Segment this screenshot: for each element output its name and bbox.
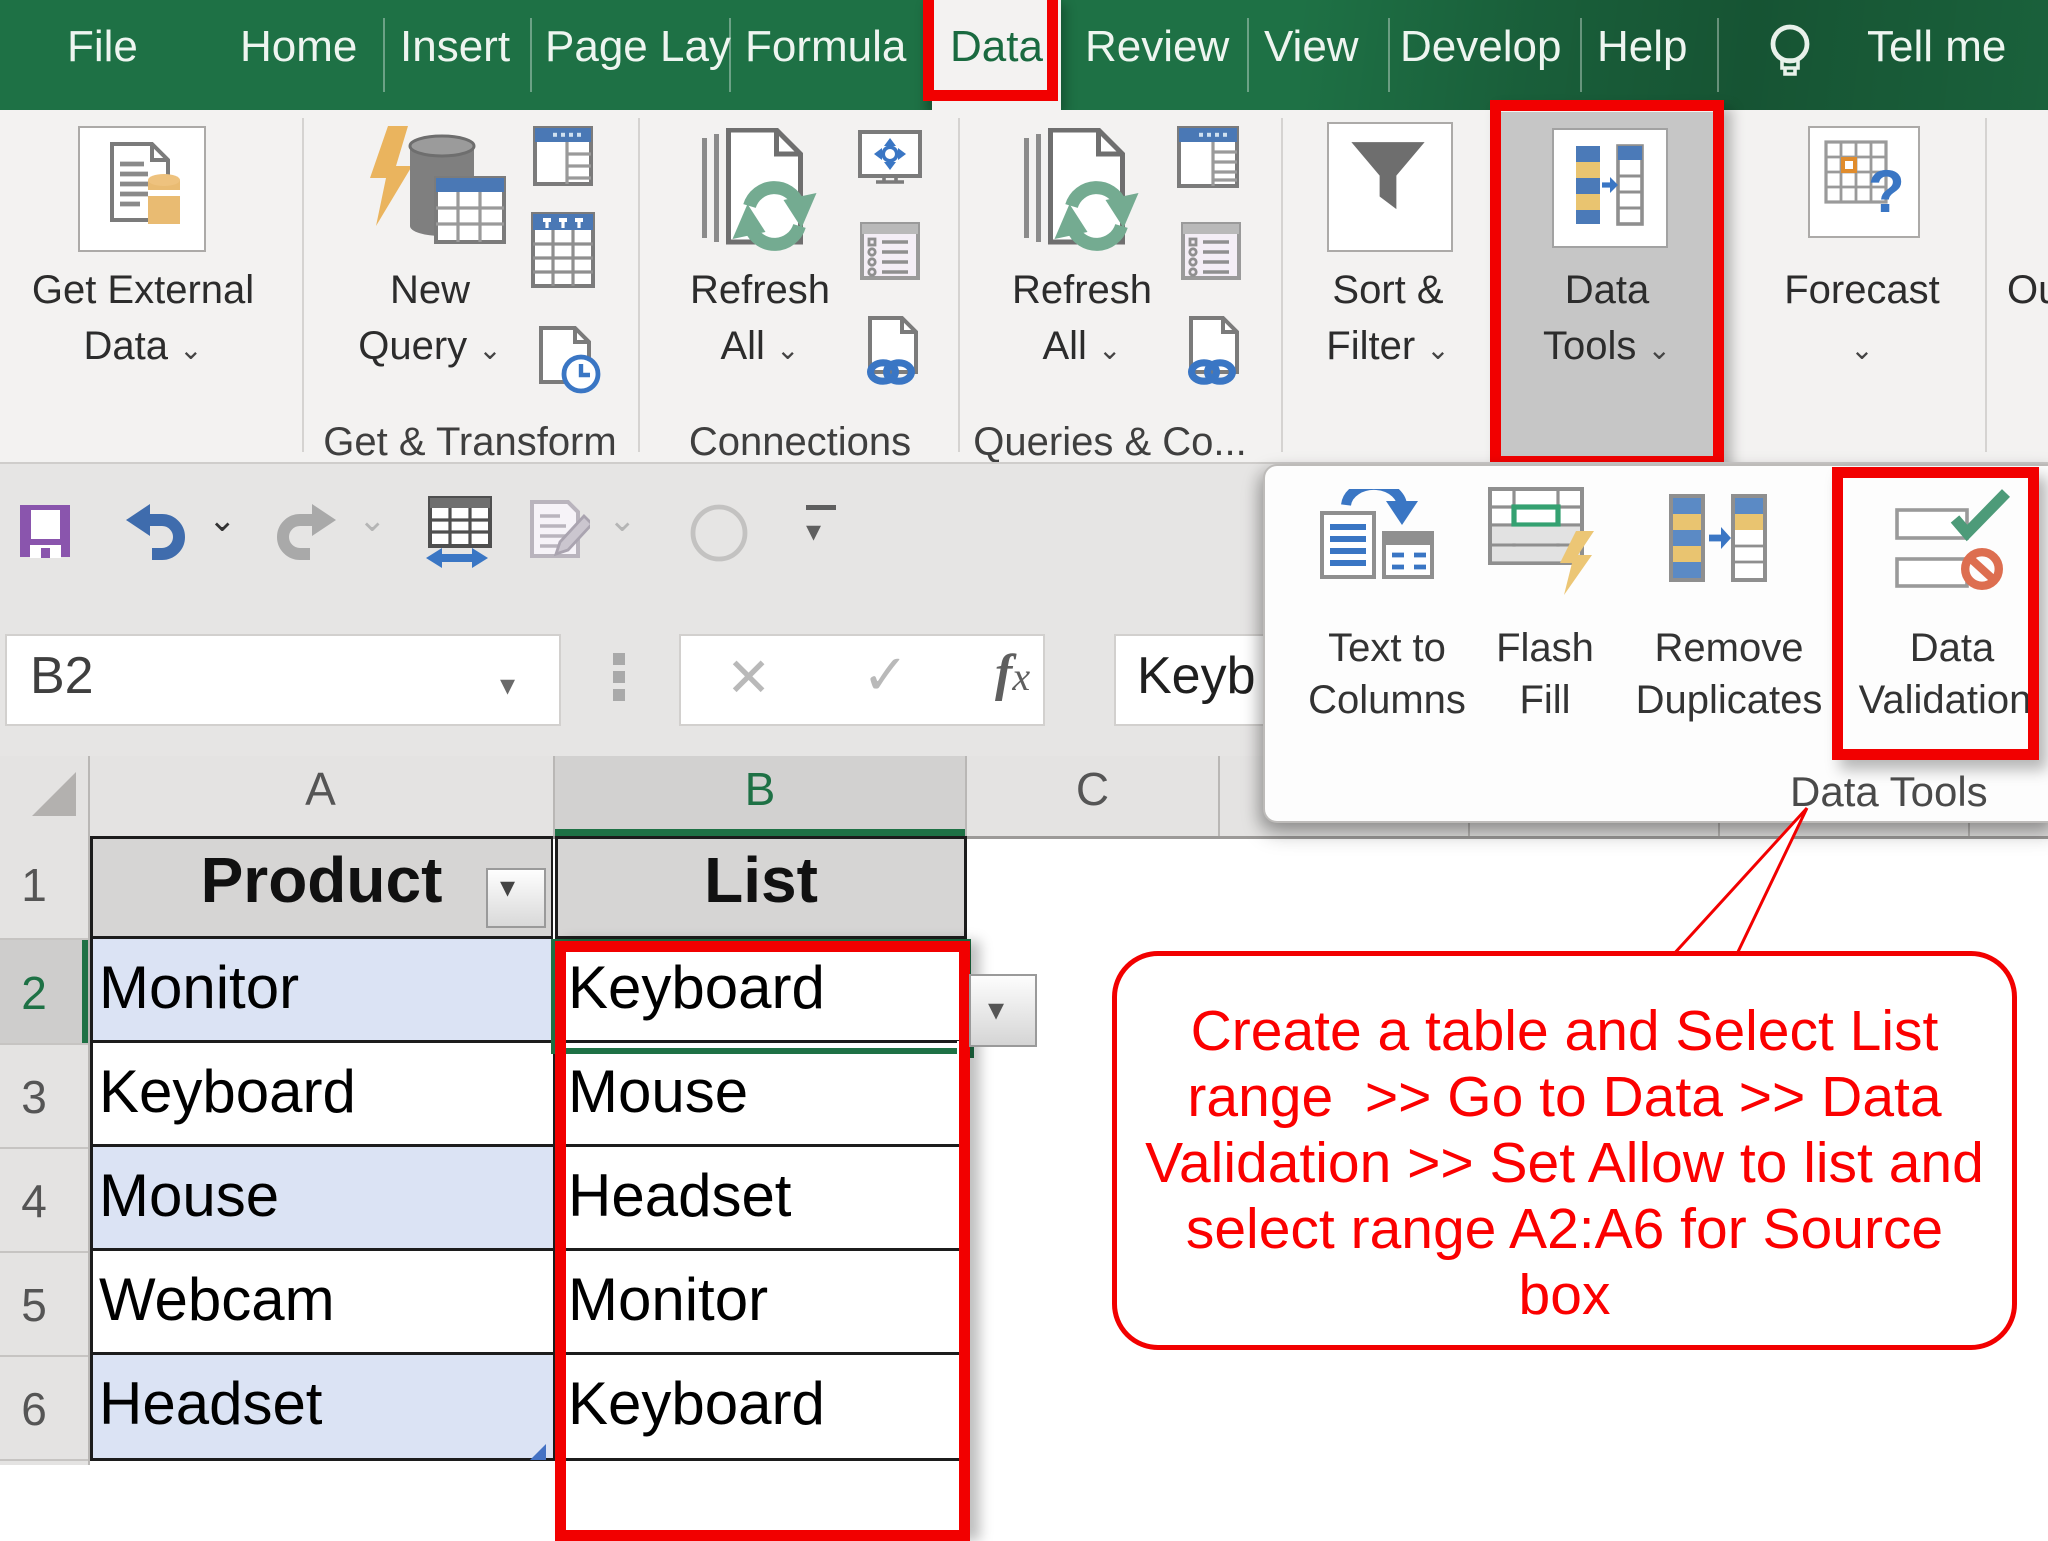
svg-text:?: ?: [1868, 158, 1902, 220]
